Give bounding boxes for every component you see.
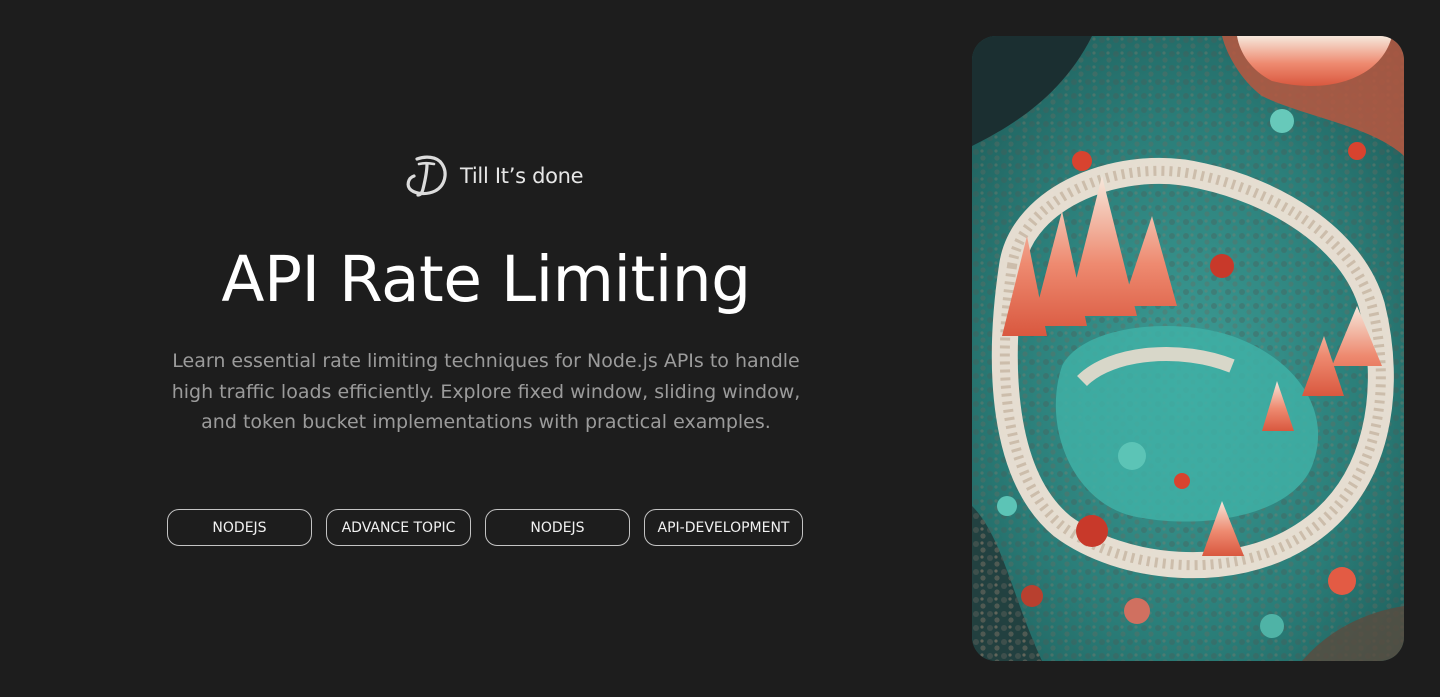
tag-nodejs[interactable]: NODEJS xyxy=(167,509,312,546)
tag-list: NODEJS ADVANCE TOPIC NODEJS API-DEVELOPM… xyxy=(167,509,803,546)
tag-nodejs-secondary[interactable]: NODEJS xyxy=(485,509,630,546)
coral-reef-artwork-image xyxy=(972,36,1404,661)
tag-advance-topic[interactable]: ADVANCE TOPIC xyxy=(326,509,471,546)
page-title: API Rate Limiting xyxy=(221,243,751,316)
article-description: Learn essential rate limiting techniques… xyxy=(171,350,801,433)
brand[interactable]: Till It’s done xyxy=(404,153,584,199)
tag-api-development[interactable]: API-DEVELOPMENT xyxy=(644,509,803,546)
article-hero: Till It’s done API Rate Limiting Learn e… xyxy=(0,0,1440,697)
signature-d-logo-icon xyxy=(406,155,447,197)
brand-name: Till It’s done xyxy=(460,163,584,188)
